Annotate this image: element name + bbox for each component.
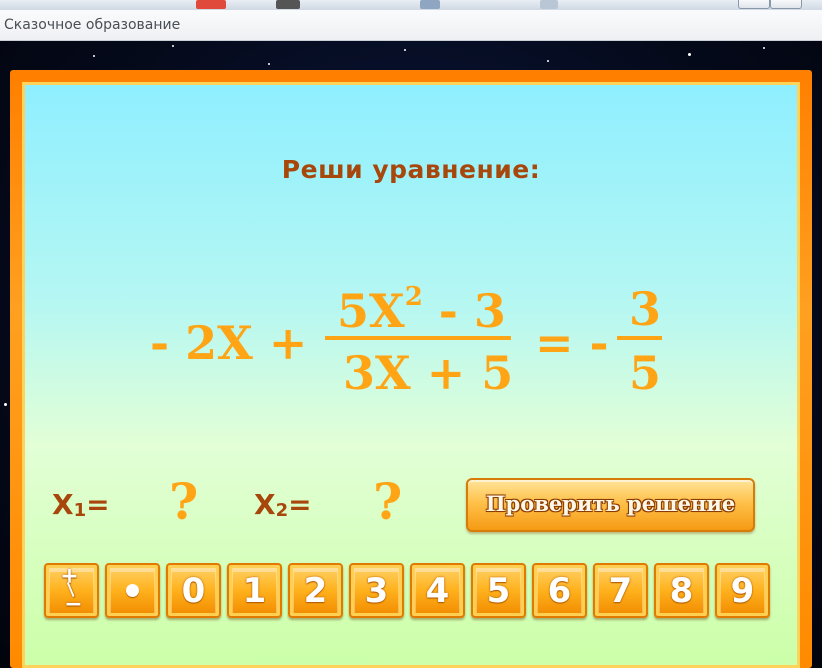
- x1-letter: X: [52, 488, 74, 521]
- rhs-numerator: 3: [629, 282, 662, 336]
- taskbar-icon: [540, 0, 558, 9]
- taskbar-icon: [420, 0, 440, 9]
- star: [763, 47, 765, 49]
- star: [268, 63, 270, 65]
- digit-key-9[interactable]: 9: [715, 563, 770, 618]
- digit-key-7[interactable]: 7: [593, 563, 648, 618]
- app-title-bar: Сказочное образование: [0, 10, 822, 41]
- star: [93, 55, 95, 57]
- numerator-rest: - 3: [422, 284, 506, 338]
- star: [4, 403, 7, 406]
- check-solution-button[interactable]: Проверить решение: [466, 478, 755, 532]
- star: [404, 49, 406, 51]
- x2-label: X2=: [254, 488, 312, 521]
- x2-letter: X: [254, 488, 276, 521]
- x1-subscript: 1: [73, 500, 87, 521]
- x1-equals: =: [86, 488, 110, 521]
- keypad: + / − 0 1 2 3 4 5 6 7 8 9: [44, 563, 770, 618]
- fraction-numerator: 5X2 - 3: [337, 282, 506, 338]
- digit-key-4[interactable]: 4: [410, 563, 465, 618]
- digit-key-8[interactable]: 8: [654, 563, 709, 618]
- taskbar-icon: [196, 0, 226, 9]
- maximize-button[interactable]: [770, 0, 802, 9]
- equals-sign: = -: [535, 316, 609, 370]
- x1-label: X1=: [52, 488, 110, 521]
- x2-answer-field[interactable]: ?: [373, 472, 402, 531]
- digit-key-5[interactable]: 5: [471, 563, 526, 618]
- numerator-exponent: 2: [404, 282, 423, 312]
- star: [172, 45, 174, 47]
- numerator-base: 5X: [337, 284, 405, 338]
- x2-subscript: 2: [275, 500, 289, 521]
- rhs-denominator: 5: [629, 346, 662, 400]
- app-title: Сказочное образование: [4, 17, 181, 33]
- minimize-button[interactable]: [738, 0, 770, 9]
- digit-key-2[interactable]: 2: [288, 563, 343, 618]
- dot-icon: [126, 584, 139, 597]
- taskbar-icon: [276, 0, 300, 9]
- task-prompt: Реши уравнение:: [281, 155, 541, 184]
- fraction-bar: [325, 336, 511, 340]
- digit-key-0[interactable]: 0: [166, 563, 221, 618]
- star: [688, 53, 691, 56]
- window-titlebar: [0, 0, 822, 10]
- rhs-fraction-bar: [617, 336, 662, 340]
- plus-minus-icon: + / −: [60, 565, 82, 615]
- x2-equals: =: [288, 488, 312, 521]
- star: [547, 60, 549, 62]
- digit-key-6[interactable]: 6: [532, 563, 587, 618]
- x1-answer-field[interactable]: ?: [169, 472, 198, 531]
- fraction-denominator: 3X + 5: [343, 346, 514, 400]
- digit-key-3[interactable]: 3: [349, 563, 404, 618]
- plus-minus-key[interactable]: + / −: [44, 563, 99, 618]
- decimal-point-key[interactable]: [105, 563, 160, 618]
- equation-term-1: - 2X +: [150, 316, 308, 370]
- digit-key-1[interactable]: 1: [227, 563, 282, 618]
